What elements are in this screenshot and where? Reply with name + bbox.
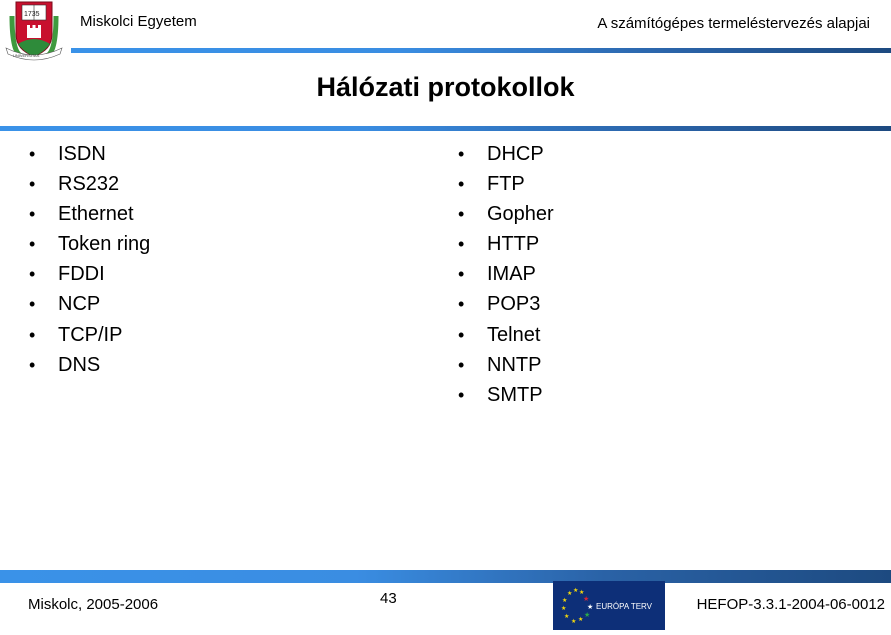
bullet-icon: • <box>29 324 36 345</box>
bullet-icon: • <box>458 264 465 285</box>
list-item: • IMAP <box>458 259 554 289</box>
eu-stars-icon: ★ ★ ★ ★★★ ★ ★ ★ ★ ★ EURÓPA TERV <box>561 587 653 625</box>
bullet-icon: • <box>29 294 36 315</box>
bullet-icon: • <box>29 204 36 225</box>
svg-text:UNIVERSITAS: UNIVERSITAS <box>13 53 40 58</box>
university-crest-icon: 1735 UNIVERSITAS <box>2 0 66 66</box>
svg-text:★: ★ <box>564 613 569 620</box>
protocol-list-left: • ISDN • RS232 • Ethernet • Token ring • FDDI… <box>29 139 150 380</box>
svg-text:★: ★ <box>561 605 566 612</box>
course-title: A számítógépes termeléstervezés alapjai <box>597 15 870 32</box>
list-item: • SMTP <box>458 380 554 410</box>
list-item: • Token ring <box>29 229 150 259</box>
page-number: 43 <box>380 590 397 607</box>
bullet-icon: • <box>29 354 36 375</box>
svg-text:★: ★ <box>562 597 567 604</box>
title-divider <box>0 126 891 131</box>
list-item: • Gopher <box>458 199 554 229</box>
list-item: • DHCP <box>458 139 554 169</box>
slide-title: Hálózati protokollok <box>316 72 575 102</box>
list-item: • RS232 <box>29 169 150 199</box>
list-item-label: POP3 <box>487 293 541 316</box>
list-item-label: Gopher <box>487 203 554 226</box>
bullet-icon: • <box>458 144 465 164</box>
list-item: • ISDN <box>29 139 150 169</box>
list-item: • POP3 <box>458 289 554 319</box>
svg-text:★: ★ <box>573 587 578 594</box>
bullet-icon: • <box>29 234 36 255</box>
list-item: • HTTP <box>458 229 554 259</box>
list-item-label: Token ring <box>58 233 151 256</box>
list-item-label: Ethernet <box>58 203 134 226</box>
list-item: • DNS <box>29 350 150 380</box>
list-item: • FTP <box>458 169 554 199</box>
svg-text:★: ★ <box>567 590 572 597</box>
list-item-label: ISDN <box>58 143 106 165</box>
footer-divider <box>0 570 891 583</box>
list-item-label: NCP <box>58 293 101 316</box>
list-item-label: FDDI <box>58 263 105 286</box>
project-code: HEFOP-3.3.1-2004-06-0012 <box>696 596 885 613</box>
bullet-icon: • <box>458 204 465 225</box>
europa-terv-logo: ★ ★ ★ ★ ★ ★ ★ ★ ★ ★ ★ EURÓPA TERV <box>553 581 665 630</box>
institution-name: Miskolci Egyetem <box>80 13 197 30</box>
list-item: • Telnet <box>458 320 554 350</box>
svg-text:★: ★ <box>587 603 593 611</box>
bullet-icon: • <box>29 174 36 195</box>
list-item: • FDDI <box>29 259 150 289</box>
bullet-icon: • <box>29 264 36 285</box>
bullet-icon: • <box>29 144 36 164</box>
bullet-icon: • <box>458 294 465 315</box>
list-item-label: HTTP <box>487 233 540 256</box>
list-item-label: Telnet <box>487 323 541 346</box>
list-item-label: DNS <box>58 353 101 376</box>
svg-text:★: ★ <box>584 611 590 619</box>
bullet-icon: • <box>458 354 465 375</box>
footer-place-date: Miskolc, 2005-2006 <box>28 596 159 613</box>
svg-text:★: ★ <box>583 595 589 603</box>
svg-text:1735: 1735 <box>24 11 40 18</box>
svg-text:★: ★ <box>571 618 576 625</box>
list-item-label: SMTP <box>487 383 543 406</box>
bullet-icon: • <box>458 174 465 195</box>
list-item: • NCP <box>29 289 150 319</box>
list-item: • NNTP <box>458 350 554 380</box>
bullet-icon: • <box>458 234 465 255</box>
list-item-label: NNTP <box>487 353 542 376</box>
list-item-label: RS232 <box>58 173 120 196</box>
list-item-label: TCP/IP <box>58 323 123 346</box>
list-item: • TCP/IP <box>29 320 150 350</box>
protocol-list-right: • DHCP • FTP • Gopher • HTTP • IMAP • POP3 • Te… <box>458 139 554 410</box>
list-item: • Ethernet <box>29 199 150 229</box>
list-item-label: FTP <box>487 173 525 196</box>
list-item-label: IMAP <box>487 263 536 286</box>
svg-text:EURÓPA TERV: EURÓPA TERV <box>596 602 653 611</box>
list-item-label: DHCP <box>487 143 544 165</box>
bullet-icon: • <box>458 324 465 345</box>
svg-text:★: ★ <box>578 616 583 623</box>
header-divider <box>71 48 891 53</box>
bullet-icon: • <box>458 384 465 405</box>
